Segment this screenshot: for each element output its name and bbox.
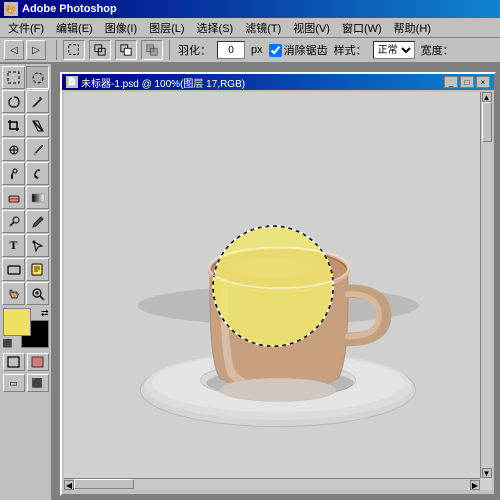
- type-tool[interactable]: T: [2, 234, 25, 257]
- title-bar: 🎨 Adobe Photoshop: [0, 0, 500, 18]
- options-bar: ◁ ▷ 羽化： px 消除锯齿 样式： 正常 宽度：: [0, 38, 500, 64]
- foreground-color[interactable]: [3, 308, 31, 336]
- hscroll-track[interactable]: [74, 479, 470, 490]
- zoom-tool[interactable]: [26, 282, 49, 305]
- menu-bar: 文件(F) 编辑(E) 图像(I) 图层(L) 选择(S) 滤镜(T) 视图(V…: [0, 18, 500, 38]
- divider-1: [56, 40, 57, 60]
- nav-buttons: ◁ ▷: [4, 40, 46, 60]
- shape-tool[interactable]: [2, 258, 25, 281]
- default-colors-icon[interactable]: ⬛: [3, 339, 13, 348]
- feather-unit: px: [251, 44, 263, 56]
- divider-2: [169, 40, 170, 60]
- main-area: T ⇄: [0, 64, 500, 500]
- vscroll-track[interactable]: [481, 102, 492, 468]
- width-label: 宽度：: [421, 42, 454, 58]
- doc-window-buttons: _ □ ×: [444, 76, 490, 88]
- rectangular-marquee-tool[interactable]: [2, 66, 25, 89]
- antialias-checkbox[interactable]: [269, 44, 282, 57]
- healing-tool[interactable]: [2, 138, 25, 161]
- intersect-selection-btn[interactable]: [141, 40, 163, 60]
- menu-window[interactable]: 窗口(W): [336, 18, 388, 38]
- dodge-tool[interactable]: [2, 210, 25, 233]
- document-canvas[interactable]: ▲ ▼ ◀ ▶: [64, 92, 492, 490]
- standard-screen-btn[interactable]: ▭: [3, 374, 25, 392]
- hscroll-right-btn[interactable]: ▶: [470, 480, 480, 490]
- toolbox: T ⇄: [0, 64, 52, 500]
- slice-tool[interactable]: [26, 114, 49, 137]
- new-selection-btn[interactable]: [63, 40, 85, 60]
- elliptical-marquee-tool[interactable]: [26, 66, 49, 89]
- menu-filter[interactable]: 滤镜(T): [239, 18, 287, 38]
- doc-icon: 📄: [66, 76, 78, 88]
- brush-tool[interactable]: [26, 138, 49, 161]
- antialias-label: 消除锯齿: [269, 42, 328, 58]
- back-button[interactable]: ◁: [4, 40, 24, 60]
- vertical-scrollbar[interactable]: ▲ ▼: [480, 92, 492, 478]
- add-selection-btn[interactable]: [89, 40, 111, 60]
- cup-scene-svg: [123, 136, 433, 446]
- magic-wand-tool[interactable]: [26, 90, 49, 113]
- subtract-selection-btn[interactable]: [115, 40, 137, 60]
- style-label: 样式：: [334, 42, 367, 58]
- lasso-tool[interactable]: [2, 90, 25, 113]
- app-icon: 🎨: [4, 2, 18, 16]
- menu-view[interactable]: 视图(V): [287, 18, 336, 38]
- pen-tool[interactable]: [26, 210, 49, 233]
- history-brush-tool[interactable]: [26, 162, 49, 185]
- vscroll-thumb[interactable]: [482, 102, 492, 142]
- menu-layer[interactable]: 图层(L): [143, 18, 190, 38]
- fullscreen-btn[interactable]: ⬛: [27, 374, 49, 392]
- color-swatch: ⇄ ⬛: [3, 308, 49, 348]
- feather-input[interactable]: [217, 41, 245, 59]
- style-select[interactable]: 正常: [373, 41, 415, 59]
- crop-tool[interactable]: [2, 114, 25, 137]
- doc-title-left: 📄 未标器-1.psd @ 100%(图层 17,RGB): [66, 75, 245, 90]
- clone-stamp-tool[interactable]: [2, 162, 25, 185]
- eraser-tool[interactable]: [2, 186, 25, 209]
- menu-image[interactable]: 图像(I): [99, 18, 143, 38]
- menu-file[interactable]: 文件(F): [2, 18, 50, 38]
- doc-title: 未标器-1.psd @ 100%(图层 17,RGB): [81, 75, 245, 90]
- canvas-area: 📄 未标器-1.psd @ 100%(图层 17,RGB) _ □ ×: [52, 64, 500, 500]
- hscroll-thumb[interactable]: [74, 479, 134, 489]
- swap-colors-icon[interactable]: ⇄: [41, 308, 49, 319]
- vscroll-up-btn[interactable]: ▲: [482, 92, 492, 102]
- vscroll-down-btn[interactable]: ▼: [482, 468, 492, 478]
- doc-close-btn[interactable]: ×: [476, 76, 490, 88]
- hscroll-left-btn[interactable]: ◀: [64, 480, 74, 490]
- quick-mask-btn[interactable]: [27, 353, 49, 371]
- hand-tool[interactable]: [2, 282, 25, 305]
- feather-label: 羽化：: [178, 42, 211, 58]
- doc-minimize-btn[interactable]: _: [444, 76, 458, 88]
- standard-mode-btn[interactable]: [3, 353, 25, 371]
- notes-tool[interactable]: [26, 258, 49, 281]
- menu-help[interactable]: 帮助(H): [388, 18, 437, 38]
- doc-maximize-btn[interactable]: □: [460, 76, 474, 88]
- screen-mode-area: ▭ ⬛: [2, 374, 49, 392]
- path-selection-tool[interactable]: [26, 234, 49, 257]
- document-window: 📄 未标器-1.psd @ 100%(图层 17,RGB) _ □ ×: [60, 72, 496, 496]
- gradient-tool[interactable]: [26, 186, 49, 209]
- menu-select[interactable]: 选择(S): [191, 18, 240, 38]
- horizontal-scrollbar[interactable]: ◀ ▶: [64, 478, 480, 490]
- app-title: Adobe Photoshop: [22, 3, 117, 15]
- forward-button[interactable]: ▷: [26, 40, 46, 60]
- document-titlebar: 📄 未标器-1.psd @ 100%(图层 17,RGB) _ □ ×: [62, 74, 494, 90]
- menu-edit[interactable]: 编辑(E): [50, 18, 99, 38]
- quick-mask-area: [2, 353, 49, 371]
